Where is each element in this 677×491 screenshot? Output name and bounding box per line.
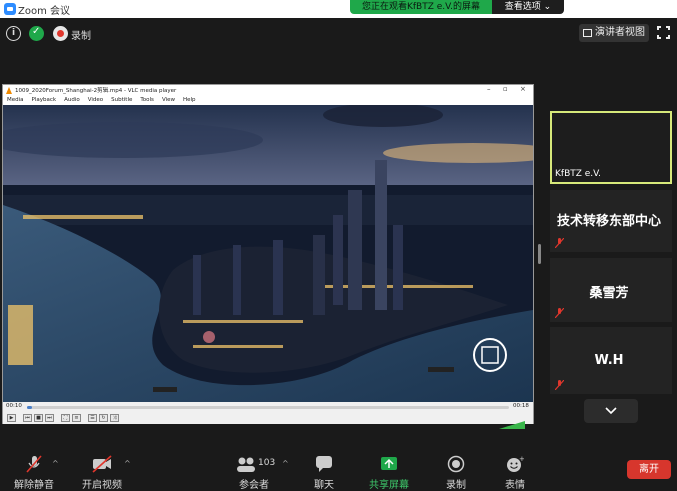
leave-meeting-button[interactable]: 离开 bbox=[627, 460, 671, 479]
record-button[interactable]: 录制 bbox=[434, 455, 478, 491]
window-title: Zoom 会议 bbox=[18, 6, 71, 17]
recording-icon[interactable] bbox=[53, 26, 68, 41]
participants-button[interactable]: 103 参会者 bbox=[232, 455, 276, 491]
start-video-button[interactable]: 开启视频 bbox=[80, 455, 124, 491]
volume-slider[interactable] bbox=[499, 414, 525, 429]
chat-label: 聊天 bbox=[314, 480, 334, 491]
shanghai-night-image bbox=[3, 105, 533, 402]
menu-video[interactable]: Video bbox=[88, 96, 103, 105]
vlc-menu-bar: Media Playback Audio Video Subtitle Tool… bbox=[3, 96, 533, 105]
shuffle-icon[interactable]: ⤨ bbox=[110, 414, 119, 422]
splitter-handle[interactable] bbox=[538, 244, 541, 264]
chevron-down-icon: ⌄ bbox=[543, 2, 552, 12]
recording-label: 录制 bbox=[71, 31, 91, 42]
seek-bar[interactable] bbox=[27, 406, 509, 409]
view-options-label: 查看选项 bbox=[504, 2, 541, 12]
menu-help[interactable]: Help bbox=[183, 96, 196, 105]
chat-button[interactable]: 聊天 bbox=[302, 455, 346, 491]
share-screen-button[interactable]: 共享屏幕 bbox=[367, 455, 411, 491]
record-icon bbox=[447, 455, 465, 473]
screen-share-banner: 您正在观看KfBTZ e.V.的屏幕 bbox=[350, 0, 492, 14]
audio-options-caret-icon[interactable]: ^ bbox=[52, 459, 59, 468]
vlc-seek-area: 00:10 00:18 bbox=[3, 402, 533, 412]
minimize-icon[interactable]: – bbox=[487, 85, 491, 93]
chat-bubble-icon bbox=[316, 456, 332, 472]
start-video-label: 开启视频 bbox=[82, 480, 122, 491]
participants-options-caret-icon[interactable]: ^ bbox=[282, 459, 289, 468]
meeting-toolbar: 解除静音 ^ 开启视频 ^ 103 参会者 ^ 聊天 共享屏幕 录制 + 表情 bbox=[0, 449, 677, 491]
share-screen-label: 共享屏幕 bbox=[369, 480, 409, 491]
menu-subtitle[interactable]: Subtitle bbox=[111, 96, 132, 105]
time-elapsed: 00:10 bbox=[6, 403, 22, 409]
menu-audio[interactable]: Audio bbox=[64, 96, 80, 105]
participants-label: 参会者 bbox=[239, 480, 269, 491]
stop-icon[interactable]: ■ bbox=[34, 414, 43, 422]
next-icon[interactable]: ⏭ bbox=[45, 414, 54, 422]
view-options-button[interactable]: 查看选项 ⌄ bbox=[492, 0, 564, 14]
unmute-button[interactable]: 解除静音 bbox=[12, 455, 56, 491]
participant-tile-active[interactable]: KfBTZ e.V. bbox=[550, 111, 672, 184]
muted-mic-icon bbox=[555, 380, 564, 390]
participant-name: W.H bbox=[594, 353, 624, 368]
reactions-label: 表情 bbox=[505, 480, 525, 491]
chevron-down-icon bbox=[605, 407, 617, 415]
menu-tools[interactable]: Tools bbox=[140, 96, 154, 105]
volume-wedge-icon bbox=[499, 421, 525, 429]
participant-tile[interactable]: 技术转移东部中心 bbox=[550, 190, 672, 252]
playlist-icon[interactable]: ☰ bbox=[88, 414, 97, 422]
muted-mic-icon bbox=[26, 455, 42, 473]
extended-settings-icon[interactable]: ≡ bbox=[72, 414, 81, 422]
participants-icon bbox=[237, 457, 255, 472]
vlc-control-bar: ▶ ⏮ ■ ⏭ ⛶ ≡ ☰ ↻ ⤨ bbox=[3, 412, 533, 429]
vlc-window-title: 1009_2020Forum_Shanghai-2剪辑.mp4 - VLC me… bbox=[15, 88, 177, 94]
loop-icon[interactable]: ↻ bbox=[99, 414, 108, 422]
shared-screen-vlc-window: 1009_2020Forum_Shanghai-2剪辑.mp4 - VLC me… bbox=[2, 84, 534, 429]
info-icon[interactable]: i bbox=[6, 26, 21, 41]
video-off-icon bbox=[92, 455, 112, 473]
fullscreen-icon[interactable] bbox=[657, 26, 670, 39]
menu-playback[interactable]: Playback bbox=[32, 96, 57, 105]
unmute-label: 解除静音 bbox=[14, 480, 54, 491]
grid-view-icon bbox=[583, 29, 592, 37]
participants-count: 103 bbox=[258, 458, 276, 468]
security-shield-icon[interactable] bbox=[29, 26, 44, 41]
fullscreen-toggle-icon[interactable]: ⛶ bbox=[61, 414, 70, 422]
muted-mic-icon bbox=[555, 308, 564, 318]
vlc-cone-icon bbox=[6, 87, 12, 94]
participant-name: KfBTZ e.V. bbox=[555, 169, 602, 179]
participant-name: 技术转移东部中心 bbox=[556, 214, 661, 229]
muted-mic-icon bbox=[555, 238, 564, 248]
more-participants-button[interactable] bbox=[584, 399, 638, 423]
play-icon[interactable]: ▶ bbox=[7, 414, 16, 422]
speaker-view-label: 演讲者视图 bbox=[595, 27, 645, 38]
previous-icon[interactable]: ⏮ bbox=[23, 414, 32, 422]
participant-tile[interactable]: W.H bbox=[550, 327, 672, 394]
video-frame-shanghai-skyline bbox=[3, 105, 533, 402]
participant-tile[interactable]: 桑雪芳 bbox=[550, 258, 672, 322]
seek-progress bbox=[27, 406, 32, 409]
vlc-title-bar: 1009_2020Forum_Shanghai-2剪辑.mp4 - VLC me… bbox=[3, 85, 533, 96]
reactions-button[interactable]: + 表情 bbox=[493, 455, 537, 491]
share-screen-icon bbox=[381, 457, 397, 470]
video-options-caret-icon[interactable]: ^ bbox=[124, 459, 131, 468]
record-label: 录制 bbox=[446, 480, 466, 491]
close-icon[interactable]: × bbox=[520, 85, 526, 93]
menu-view[interactable]: View bbox=[162, 96, 175, 105]
speaker-view-button[interactable]: 演讲者视图 bbox=[579, 24, 649, 42]
svg-text:+: + bbox=[519, 455, 524, 463]
window-title-bar: Zoom 会议 bbox=[0, 0, 677, 18]
emoji-icon: + bbox=[507, 455, 524, 472]
maximize-icon[interactable]: ▫ bbox=[503, 85, 508, 93]
time-total: 00:18 bbox=[513, 403, 529, 409]
participant-name: 桑雪芳 bbox=[589, 286, 629, 301]
menu-media[interactable]: Media bbox=[7, 96, 24, 105]
zoom-logo-icon bbox=[4, 3, 16, 15]
